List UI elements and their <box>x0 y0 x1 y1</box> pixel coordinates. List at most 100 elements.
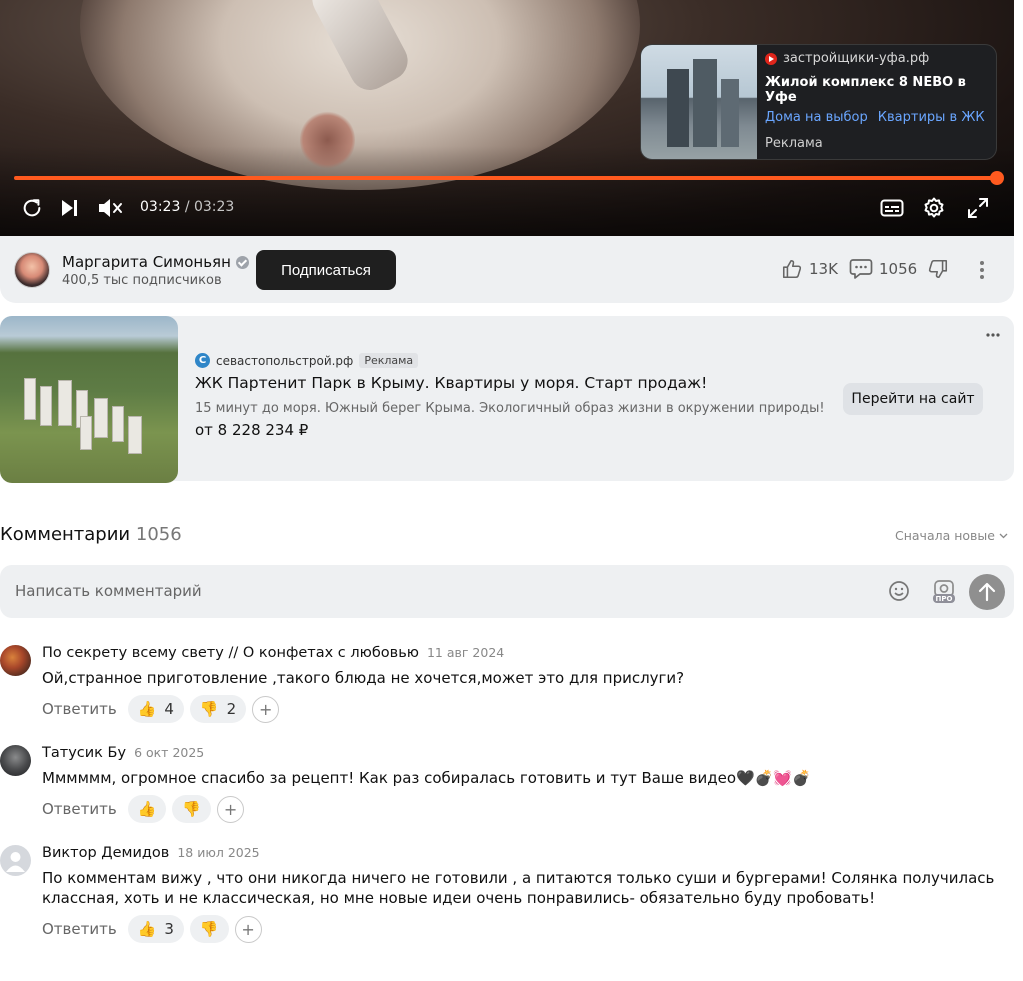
fullscreen-button[interactable] <box>965 194 991 222</box>
comments-heading-text: Комментарии <box>0 524 131 545</box>
comment-actions: Ответить 👍 4 👎 2 + <box>42 695 280 723</box>
arrow-up-icon <box>978 582 996 602</box>
comment-date: 18 июл 2025 <box>177 845 260 860</box>
default-avatar-icon <box>6 852 25 872</box>
time-separator: / <box>184 199 190 215</box>
comment-author-name[interactable]: Виктор Демидов <box>42 845 169 861</box>
svg-text:ПРО: ПРО <box>936 595 953 603</box>
channel-name[interactable]: Маргарита Симоньян <box>62 253 249 271</box>
add-reaction-button[interactable]: + <box>217 795 245 823</box>
fullscreen-icon <box>968 198 988 218</box>
overlay-ad-card[interactable]: застройщики-уфа.рф Жилой комплекс 8 NEBO… <box>640 44 997 160</box>
verified-icon <box>235 255 249 269</box>
channel-bar: Маргарита Симоньян 400,5 тыс подписчиков… <box>0 236 1014 303</box>
time-display: 03:23 / 03:23 <box>140 199 234 215</box>
comments-heading-count: 1056 <box>135 524 182 545</box>
comment-date: 11 авг 2024 <box>426 645 505 660</box>
overlay-ad-link-apartments[interactable]: Квартиры в ЖК <box>878 110 985 125</box>
promo-ad-source[interactable]: С севастопольстрой.рф Реклама <box>195 353 419 368</box>
subscribe-button[interactable]: Подписаться <box>256 250 396 290</box>
subtitles-icon <box>880 199 904 217</box>
add-reaction-button[interactable]: + <box>234 915 262 943</box>
comment-actions: Ответить 👍 3 👎 + <box>42 915 262 943</box>
send-comment-button[interactable] <box>969 574 1005 610</box>
comment-author[interactable]: Татусик Бу 6 окт 2025 <box>42 745 204 761</box>
comment-avatar[interactable] <box>0 745 31 776</box>
time-total: 03:23 <box>193 199 235 215</box>
like-count: 13K <box>809 260 838 278</box>
overlay-ad-link-houses[interactable]: Дома на выбор <box>765 110 868 125</box>
comment-input-placeholder[interactable]: Написать комментарий <box>15 582 202 600</box>
comments-count-button[interactable]: 1056 <box>849 258 917 280</box>
emoji-icon[interactable] <box>888 580 910 602</box>
reaction-dislike-button[interactable]: 👎 <box>172 795 212 823</box>
next-button[interactable] <box>56 194 82 222</box>
channel-avatar[interactable] <box>14 252 50 288</box>
promo-ad[interactable]: С севастопольстрой.рф Реклама ЖК Партени… <box>0 316 1014 483</box>
promo-ad-title[interactable]: ЖК Партенит Парк в Крыму. Квартиры у мор… <box>195 374 707 392</box>
thumbs-up-icon <box>782 259 802 279</box>
comment-author-name[interactable]: Татусик Бу <box>42 745 126 761</box>
overlay-ad-source[interactable]: застройщики-уфа.рф <box>783 51 929 66</box>
reaction-like-button[interactable]: 👍 4 <box>127 695 184 723</box>
comments-count: 1056 <box>879 260 918 278</box>
channel-name-text[interactable]: Маргарита Симоньян <box>62 253 231 271</box>
like-button[interactable]: 13K <box>781 258 838 280</box>
gear-icon <box>924 197 944 218</box>
sort-dropdown[interactable]: Сначала новые <box>895 528 1008 543</box>
reply-button[interactable]: Ответить <box>42 920 117 938</box>
overlay-ad-image <box>641 45 757 159</box>
promo-ad-image[interactable] <box>0 316 178 483</box>
plus-icon: + <box>241 919 255 939</box>
comment-author[interactable]: По секрету всему свету // О конфетах с л… <box>42 645 504 661</box>
comment-avatar[interactable] <box>0 645 31 676</box>
more-vertical-icon[interactable] <box>975 258 989 282</box>
comment-text: Ой,странное приготовление ,такого блюда … <box>42 669 685 687</box>
overlay-ad-title[interactable]: Жилой комплекс 8 NEBO в Уфе <box>765 75 988 105</box>
go-to-site-button[interactable]: Перейти на сайт <box>843 383 983 415</box>
comment-author-name[interactable]: По секрету всему свету // О конфетах с л… <box>42 645 419 661</box>
promo-ad-description: 15 минут до моря. Южный берег Крыма. Эко… <box>195 401 825 416</box>
dislike-button[interactable] <box>927 258 949 280</box>
progress-bar[interactable] <box>14 171 1004 185</box>
comment-actions: Ответить 👍 👎 + <box>42 795 245 823</box>
reaction-dislike-button[interactable]: 👎 2 <box>189 695 247 723</box>
add-reaction-button[interactable]: + <box>252 695 280 723</box>
thumbs-up-emoji-icon: 👍 <box>137 800 157 818</box>
comment-input[interactable]: Написать комментарий ПРО <box>0 565 1014 618</box>
video-player[interactable]: застройщики-уфа.рф Жилой комплекс 8 NEBO… <box>0 0 1014 236</box>
promo-source-logo-icon: С <box>195 353 210 368</box>
sticker-pro-icon[interactable]: ПРО <box>931 577 957 605</box>
overlay-ad-label: Реклама <box>765 136 823 151</box>
comment-avatar[interactable] <box>0 845 31 876</box>
subtitles-button[interactable] <box>879 194 905 222</box>
more-horizontal-icon[interactable] <box>985 332 1001 338</box>
reaction-like-button[interactable]: 👍 3 <box>127 915 184 943</box>
plus-icon: + <box>223 799 238 819</box>
progress-handle[interactable] <box>990 171 1004 185</box>
reaction-dislike-button[interactable]: 👎 <box>189 915 229 943</box>
thumbs-down-icon <box>928 259 948 279</box>
comment-author[interactable]: Виктор Демидов 18 июл 2025 <box>42 845 260 861</box>
mute-button[interactable] <box>96 194 124 222</box>
replay-icon <box>23 199 41 217</box>
skip-next-icon <box>62 200 77 216</box>
comment-text: По комментам вижу , что они никогда ниче… <box>42 869 995 907</box>
reply-button[interactable]: Ответить <box>42 800 117 818</box>
thumbs-down-emoji-icon: 👎 <box>199 700 219 718</box>
comment-text: Мммммм, огромное спасибо за рецепт! Как … <box>42 769 811 787</box>
thumbs-down-emoji-icon: 👎 <box>199 920 219 938</box>
reply-button[interactable]: Ответить <box>42 700 117 718</box>
settings-button[interactable] <box>920 194 948 222</box>
chevron-down-icon <box>999 533 1008 538</box>
promo-ad-source-text[interactable]: севастопольстрой.рф <box>216 354 353 368</box>
comment-bubble-icon <box>849 259 873 279</box>
reaction-like-button[interactable]: 👍 <box>127 795 167 823</box>
comments-heading: Комментарии 1056 <box>0 524 182 545</box>
volume-muted-icon <box>99 199 122 217</box>
replay-button[interactable] <box>18 194 46 222</box>
sort-label[interactable]: Сначала новые <box>895 528 995 543</box>
reaction-dislike-count: 2 <box>226 700 237 718</box>
thumbs-down-emoji-icon: 👎 <box>182 800 202 818</box>
subscriber-count: 400,5 тыс подписчиков <box>62 273 222 288</box>
